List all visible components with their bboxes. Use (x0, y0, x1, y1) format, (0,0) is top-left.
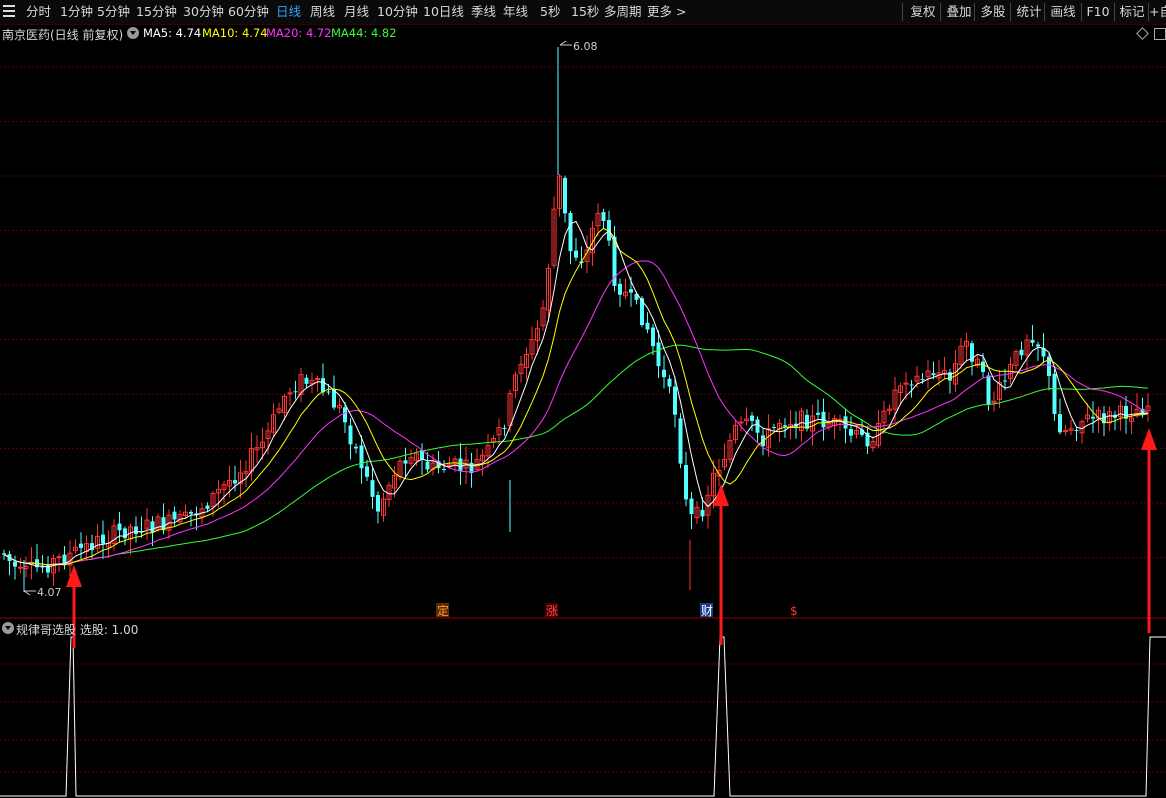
candle-body (150, 521, 155, 533)
candle-body (618, 283, 622, 295)
ma44-line (3, 344, 1149, 566)
candle-body (662, 369, 666, 378)
event-marker-3: $ (790, 604, 798, 618)
candle-body (645, 322, 650, 330)
candle-body (738, 421, 744, 424)
signal-arrow-1-head (66, 565, 82, 587)
indicator-collapse-icon[interactable] (2, 622, 14, 634)
high-pointer (559, 40, 572, 46)
event-marker-2: 财 (701, 604, 713, 618)
candle-body (568, 212, 573, 252)
candle-body (354, 446, 358, 449)
candle-body (750, 415, 754, 421)
candle-body (172, 511, 177, 520)
candle-body (205, 505, 210, 509)
candle-body (1030, 339, 1035, 343)
candle-body (365, 466, 369, 477)
candle-body (931, 373, 936, 376)
candle-body (651, 327, 655, 347)
event-marker-0: 定 (437, 603, 449, 618)
candle-body (1003, 380, 1007, 382)
candle-body (772, 426, 776, 428)
candle-body (326, 391, 331, 393)
indicator-title: 规律哥选股 选股: 1.00 (16, 623, 139, 637)
candle-body (986, 375, 991, 405)
candle-body (458, 458, 463, 471)
candle-body (689, 498, 694, 515)
candle-body (1074, 429, 1079, 431)
candle-body (359, 445, 364, 469)
candle-body (442, 468, 446, 470)
candle-body (684, 465, 688, 500)
candle-body (304, 377, 309, 384)
high-label: 6.08 (573, 40, 598, 53)
candle-body (783, 425, 787, 427)
candle-body (123, 528, 127, 539)
low-label: 4.07 (37, 586, 62, 599)
candle-body (403, 460, 408, 464)
candle-body (1052, 373, 1057, 415)
candle-body (574, 250, 578, 258)
candle-body (13, 561, 17, 567)
signal-arrow-3-head (1141, 428, 1157, 450)
candle-body (46, 564, 50, 573)
candle-body (1058, 414, 1062, 433)
candle-body (233, 480, 237, 484)
candle-body (56, 556, 62, 559)
candle-body (805, 414, 809, 429)
candle-body (502, 427, 507, 429)
event-marker-1: 涨 (546, 603, 558, 618)
candle-body (1019, 349, 1024, 356)
candle-body (667, 378, 672, 387)
low-pointer (23, 590, 36, 596)
candle-body (909, 384, 914, 386)
candle-body (447, 464, 452, 467)
signal-line (0, 636, 1166, 797)
candle-body (376, 495, 380, 512)
candle-body (2, 553, 6, 555)
kline-chart[interactable]: 6.08 4.07 定 涨 财 $ (0, 0, 1166, 798)
candle-body (343, 407, 347, 423)
candle-body (134, 526, 138, 535)
candle-body (673, 386, 677, 415)
candle-body (425, 461, 430, 470)
candle-body (849, 429, 853, 436)
candle-body (189, 511, 193, 514)
candle-body (700, 509, 705, 517)
candle-body (315, 377, 320, 380)
candle-body (563, 177, 567, 214)
candle-body (1091, 416, 1095, 419)
candle-body (920, 379, 925, 381)
candle-body (816, 412, 820, 415)
candle-body (370, 480, 375, 497)
candle-body (321, 378, 325, 393)
candle-body (678, 418, 683, 464)
candle-body (18, 566, 23, 569)
candle-body (755, 419, 760, 433)
candle-body (629, 289, 633, 293)
candle-body (101, 534, 105, 544)
candle-body (656, 342, 661, 367)
candle-body (79, 543, 83, 548)
candle-body (981, 361, 985, 372)
candle-body (601, 212, 606, 222)
candle-body (117, 523, 122, 531)
candle-body (348, 425, 353, 445)
candle-body (293, 391, 298, 393)
candle-body (1036, 344, 1040, 347)
